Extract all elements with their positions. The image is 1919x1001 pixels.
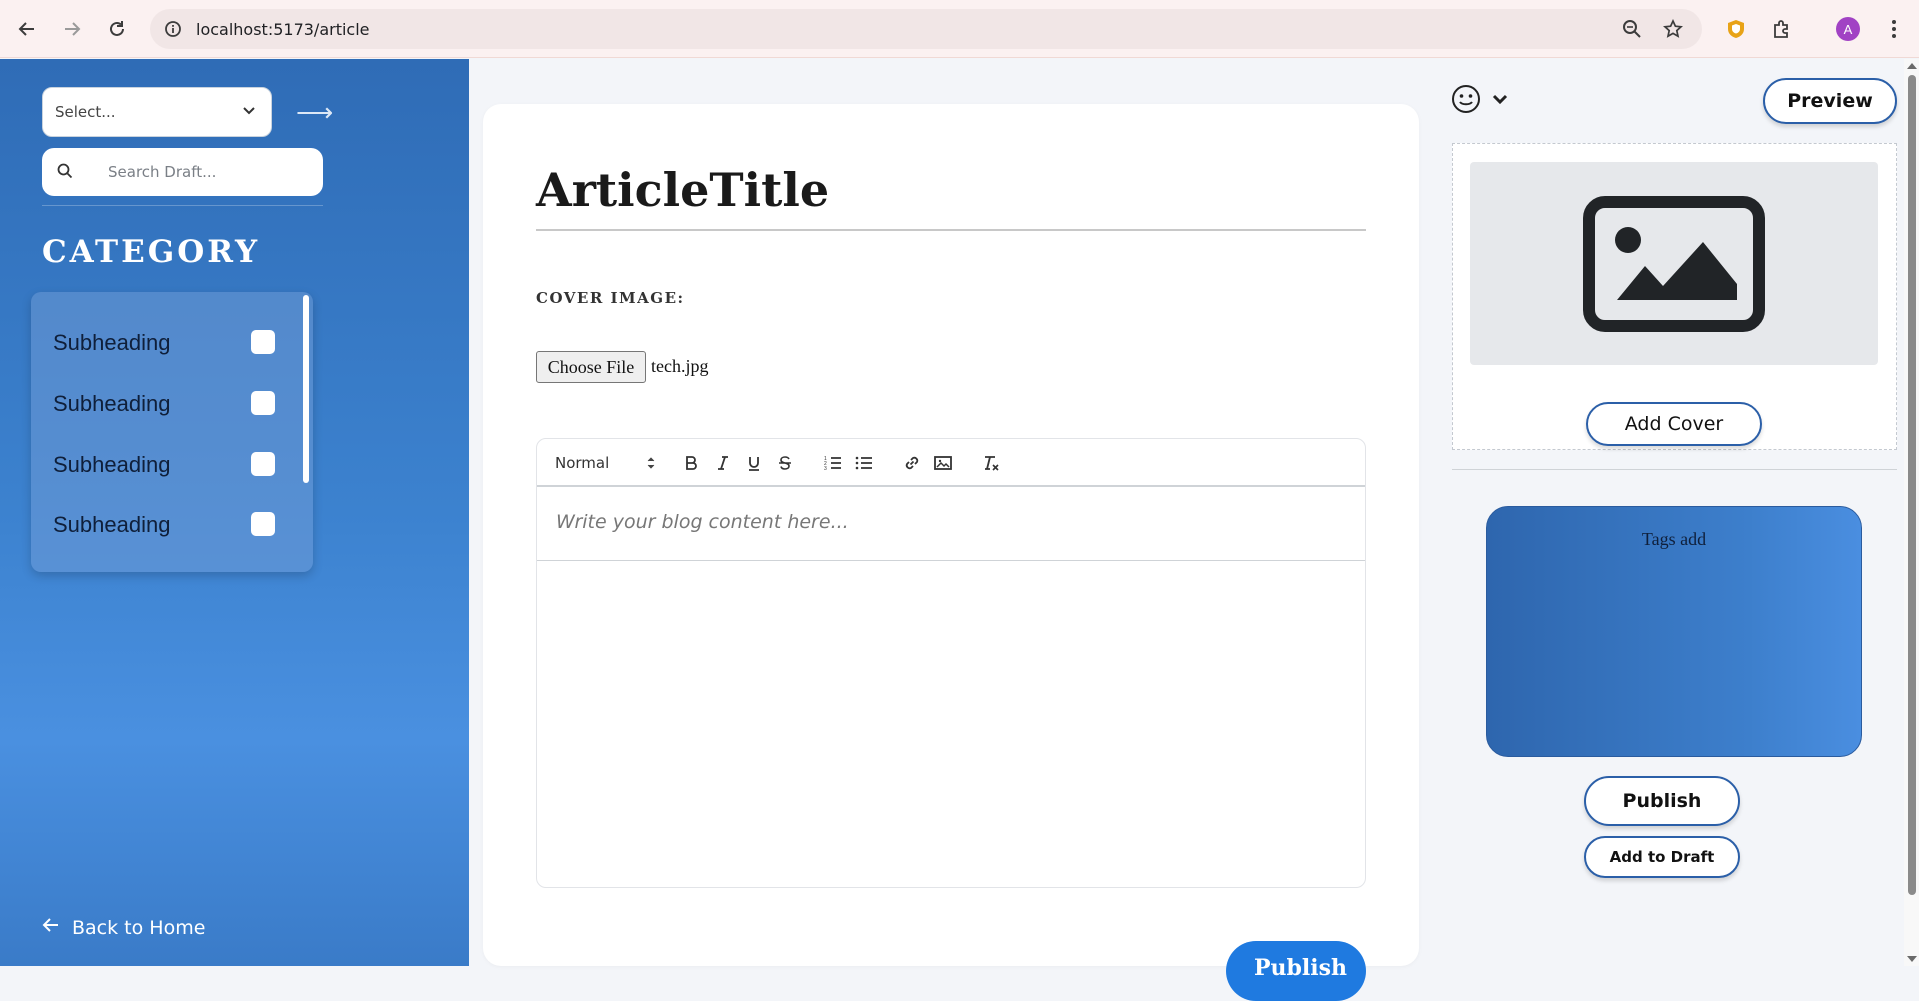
publish-floating-button[interactable]: Publish bbox=[1226, 941, 1366, 1001]
sidebar: Select... ⟶ Search Draft... CATEGORY Sub… bbox=[0, 59, 469, 966]
category-label: Subheading bbox=[53, 452, 171, 477]
strike-icon[interactable] bbox=[775, 452, 795, 474]
search-placeholder: Search Draft... bbox=[108, 163, 217, 181]
category-checkbox[interactable] bbox=[251, 452, 275, 476]
add-cover-button[interactable]: Add Cover bbox=[1586, 402, 1762, 446]
bookmark-star-icon[interactable] bbox=[1662, 18, 1684, 40]
chevron-down-icon[interactable] bbox=[1491, 91, 1509, 112]
back-arrow-icon[interactable] bbox=[12, 14, 42, 44]
scroll-down-icon[interactable] bbox=[1907, 956, 1917, 962]
category-checkbox[interactable] bbox=[251, 391, 275, 415]
search-icon bbox=[56, 162, 74, 185]
site-info-icon[interactable] bbox=[162, 18, 184, 40]
title-underline bbox=[536, 229, 1366, 231]
arrow-left-icon bbox=[42, 916, 60, 939]
forward-arrow-icon[interactable] bbox=[57, 14, 87, 44]
divider bbox=[42, 205, 323, 206]
draft-select[interactable]: Select... bbox=[42, 87, 272, 137]
category-label: Subheading bbox=[53, 330, 171, 355]
category-list: Subheading Subheading Subheading Subhead… bbox=[31, 292, 313, 572]
kebab-menu-icon[interactable] bbox=[1879, 14, 1909, 44]
emoji-icon[interactable] bbox=[1451, 84, 1481, 119]
file-name: tech.jpg bbox=[651, 356, 709, 376]
back-home-label: Back to Home bbox=[72, 916, 206, 939]
category-label: Subheading bbox=[53, 512, 171, 537]
browser-toolbar: localhost:5173/article A bbox=[0, 0, 1919, 58]
divider bbox=[1452, 469, 1897, 470]
link-icon[interactable] bbox=[901, 452, 923, 474]
category-item[interactable]: Subheading bbox=[53, 383, 293, 423]
choose-file-button[interactable]: Choose File bbox=[536, 351, 646, 383]
scroll-thumb[interactable] bbox=[1908, 75, 1916, 895]
tags-box[interactable]: Tags add bbox=[1486, 506, 1862, 757]
scroll-up-icon[interactable] bbox=[1907, 63, 1917, 69]
search-draft-input[interactable]: Search Draft... bbox=[42, 148, 323, 196]
content-placeholder: Write your blog content here... bbox=[556, 511, 849, 533]
publish-floating-label: Publish bbox=[1254, 955, 1348, 981]
publish-button[interactable]: Publish bbox=[1584, 776, 1740, 826]
image-placeholder-icon bbox=[1583, 195, 1765, 332]
arrow-right-icon[interactable]: ⟶ bbox=[296, 99, 333, 125]
extensions-puzzle-icon[interactable] bbox=[1767, 14, 1797, 44]
back-to-home-link[interactable]: Back to Home bbox=[42, 916, 205, 939]
article-title-input[interactable]: ArticleTitle bbox=[536, 163, 829, 217]
page-scrollbar[interactable] bbox=[1904, 59, 1919, 966]
url-text[interactable]: localhost:5173/article bbox=[196, 20, 370, 39]
category-item[interactable]: Subheading bbox=[53, 322, 293, 362]
reload-icon[interactable] bbox=[102, 14, 132, 44]
preview-button[interactable]: Preview bbox=[1763, 78, 1897, 124]
avatar-letter: A bbox=[1843, 21, 1853, 37]
address-bar[interactable]: localhost:5173/article bbox=[150, 9, 1702, 49]
category-scrollbar[interactable] bbox=[303, 295, 309, 483]
chevron-down-icon bbox=[241, 102, 257, 123]
category-item[interactable]: Subheading bbox=[53, 504, 293, 544]
category-checkbox[interactable] bbox=[251, 512, 275, 536]
format-value: Normal bbox=[555, 454, 610, 472]
cover-image-label: COVER IMAGE: bbox=[536, 289, 685, 307]
ordered-list-icon[interactable]: 123 bbox=[822, 452, 844, 474]
category-title: CATEGORY bbox=[42, 234, 261, 270]
category-label: Subheading bbox=[53, 391, 171, 416]
bullet-list-icon[interactable] bbox=[853, 452, 875, 474]
zoom-icon[interactable] bbox=[1621, 18, 1643, 40]
cover-image-placeholder bbox=[1470, 162, 1878, 365]
avatar[interactable]: A bbox=[1836, 17, 1860, 41]
select-value: Select... bbox=[55, 103, 116, 121]
category-checkbox[interactable] bbox=[251, 330, 275, 354]
bold-icon[interactable] bbox=[681, 452, 701, 474]
svg-text:3: 3 bbox=[824, 466, 827, 471]
shield-extension-icon[interactable] bbox=[1721, 14, 1751, 44]
tags-label: Tags add bbox=[1641, 529, 1707, 549]
add-to-draft-button[interactable]: Add to Draft bbox=[1584, 836, 1740, 878]
clear-format-icon[interactable] bbox=[980, 452, 1002, 474]
rich-text-editor: Normal 123 Write your blog content here.… bbox=[536, 438, 1366, 888]
category-item[interactable]: Subheading bbox=[53, 444, 293, 484]
underline-icon[interactable] bbox=[744, 452, 764, 474]
format-select[interactable]: Normal bbox=[555, 452, 655, 474]
image-icon[interactable] bbox=[932, 452, 954, 474]
editor-toolbar: Normal 123 bbox=[537, 439, 1365, 486]
italic-icon[interactable] bbox=[713, 452, 733, 474]
